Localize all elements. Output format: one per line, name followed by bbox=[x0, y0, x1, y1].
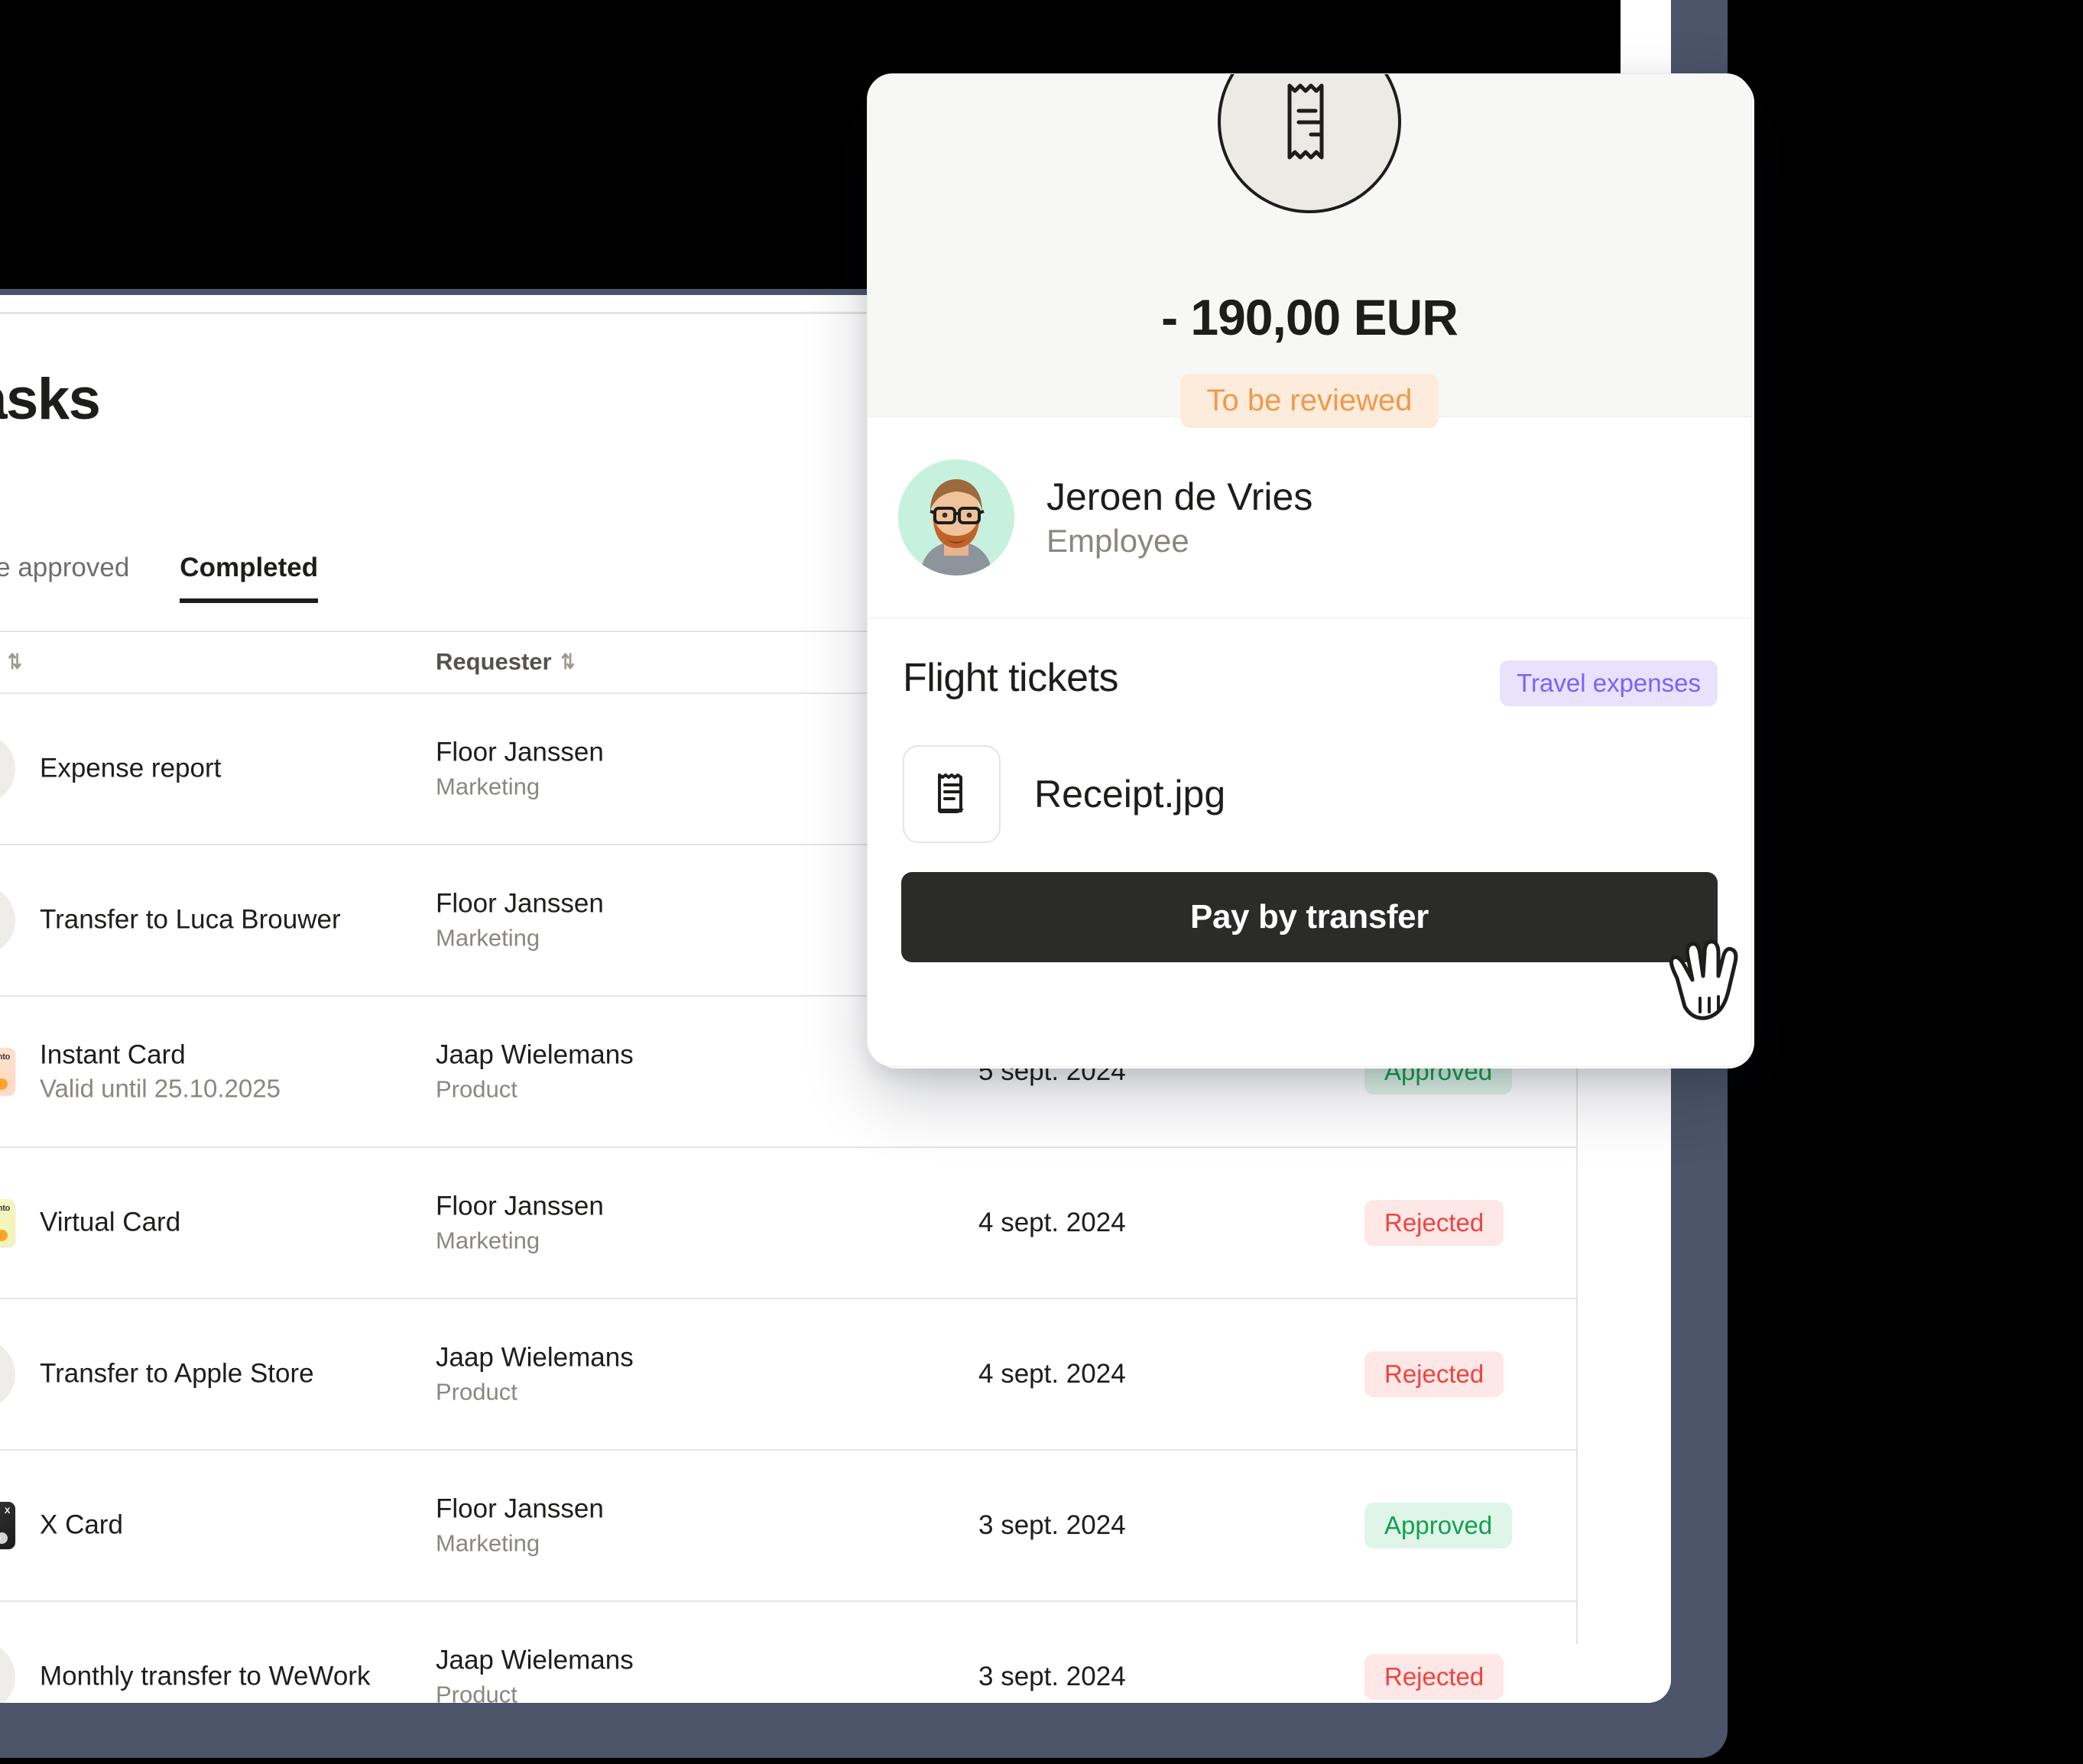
row-requester-department: Product bbox=[436, 1378, 518, 1406]
arrow-right-icon bbox=[0, 1339, 15, 1409]
row-requester-cell: Floor Janssen Marketing bbox=[436, 1189, 604, 1257]
table-row[interactable]: Transfer to Apple Store Jaap Wielemans P… bbox=[0, 1299, 1578, 1451]
row-requester-department: Marketing bbox=[436, 924, 540, 952]
column-header-type[interactable]: Type ⇅ bbox=[0, 648, 21, 676]
row-status-cell: Rejected bbox=[1364, 1654, 1504, 1700]
category-tag[interactable]: Travel expenses bbox=[1500, 660, 1718, 706]
row-type-cell: X Card bbox=[40, 1509, 123, 1543]
pay-by-transfer-button[interactable]: Pay by transfer bbox=[901, 872, 1718, 962]
row-requester-department: Marketing bbox=[436, 1529, 540, 1557]
row-icon-wrap: X bbox=[0, 1490, 15, 1561]
row-date: 4 sept. 2024 bbox=[978, 1208, 1126, 1237]
status-badge: Rejected bbox=[1364, 1351, 1504, 1397]
card-brand-label: Qonto bbox=[0, 1204, 10, 1213]
attachment-filename: Receipt.jpg bbox=[1034, 773, 1226, 816]
status-badge: Approved bbox=[1364, 1503, 1513, 1548]
row-requester-name: Floor Janssen bbox=[436, 888, 604, 919]
row-requester-name: Jaap Wielemans bbox=[436, 1039, 634, 1070]
tabs-bar: To be approved Completed bbox=[0, 553, 318, 603]
row-type-cell: Virtual Card bbox=[40, 1206, 180, 1240]
card-brand-label: Qonto bbox=[0, 1052, 10, 1062]
virtual-card-icon: Virtual Qonto bbox=[0, 1199, 15, 1247]
row-icon-wrap: Éphémère Qonto bbox=[0, 1036, 15, 1107]
mastercard-icon bbox=[0, 1230, 9, 1241]
requester-name: Jeroen de Vries bbox=[1046, 475, 1313, 518]
row-requester-cell: Floor Janssen Marketing bbox=[436, 1492, 604, 1560]
status-badge: Rejected bbox=[1364, 1654, 1504, 1700]
row-icon-wrap bbox=[0, 885, 15, 955]
page-title: Tasks bbox=[0, 367, 101, 432]
status-badge: Rejected bbox=[1364, 1200, 1504, 1246]
expense-amount: - 190,00 EUR bbox=[1161, 289, 1458, 345]
row-requester-cell: Floor Janssen Marketing bbox=[436, 735, 604, 803]
expense-title: Flight tickets bbox=[903, 656, 1118, 700]
row-type-cell: Expense report bbox=[40, 752, 221, 786]
row-requester-name: Jaap Wielemans bbox=[436, 1342, 634, 1373]
card-brand-label: X bbox=[4, 1506, 10, 1516]
row-icon-wrap bbox=[0, 1339, 15, 1409]
requester-text: Jeroen de Vries Employee bbox=[1046, 473, 1312, 563]
row-requester-name: Floor Janssen bbox=[436, 1493, 604, 1524]
row-type-cell: Transfer to Apple Store bbox=[40, 1357, 314, 1392]
row-type-label: Transfer to Luca Brouwer bbox=[40, 904, 341, 935]
row-date: 3 sept. 2024 bbox=[978, 1510, 1126, 1540]
row-icon-wrap bbox=[0, 1642, 15, 1703]
receipt-file-icon bbox=[903, 745, 1001, 843]
row-type-cell: Monthly transfer to WeWork bbox=[40, 1660, 370, 1694]
row-requester-cell: Floor Janssen Marketing bbox=[436, 887, 604, 955]
mastercard-icon bbox=[0, 1078, 9, 1090]
row-requester-name: Floor Janssen bbox=[436, 1191, 604, 1221]
x-card-icon: X bbox=[0, 1502, 15, 1549]
row-requester-department: Product bbox=[436, 1681, 518, 1703]
row-type-label: Expense report bbox=[40, 753, 222, 783]
table-row[interactable]: Monthly transfer to WeWork Jaap Wieleman… bbox=[0, 1602, 1578, 1703]
row-requester-department: Marketing bbox=[436, 773, 540, 800]
instant-card-icon: Éphémère Qonto bbox=[0, 1048, 15, 1095]
recurring-transfer-icon bbox=[0, 1642, 15, 1703]
row-date: 4 sept. 2024 bbox=[978, 1359, 1126, 1389]
row-requester-name: Jaap Wielemans bbox=[436, 1645, 634, 1675]
row-status-cell: Rejected bbox=[1364, 1351, 1504, 1397]
row-requester-cell: Jaap Wielemans Product bbox=[436, 1038, 634, 1106]
table-row[interactable]: X X Card Floor Janssen Marketing 3 sept.… bbox=[0, 1451, 1578, 1602]
column-header-requester-label: Requester bbox=[436, 648, 552, 675]
row-status-cell: Approved bbox=[1364, 1503, 1513, 1548]
row-type-cell: Transfer to Luca Brouwer bbox=[40, 903, 341, 938]
row-requester-cell: Jaap Wielemans Product bbox=[436, 1341, 634, 1409]
requester-role: Employee bbox=[1046, 522, 1189, 559]
row-type-label: Instant Card bbox=[40, 1039, 186, 1070]
expense-detail-card: - 190,00 EUR To be reviewed Jeroen de Vr… bbox=[867, 73, 1752, 1067]
sort-toggle-icon[interactable]: ⇅ bbox=[8, 651, 21, 673]
table-row[interactable]: Virtual Qonto Virtual Card Floor Janssen… bbox=[0, 1148, 1578, 1299]
row-type-label: Monthly transfer to WeWork bbox=[40, 1661, 371, 1691]
tab-to-be-approved[interactable]: To be approved bbox=[0, 553, 129, 603]
row-date: 3 sept. 2024 bbox=[978, 1662, 1126, 1691]
row-icon-wrap bbox=[0, 734, 15, 804]
attachment-row[interactable]: Receipt.jpg bbox=[903, 745, 1225, 843]
calendar-icon bbox=[0, 885, 15, 955]
row-requester-name: Floor Janssen bbox=[436, 737, 604, 767]
tab-completed[interactable]: Completed bbox=[180, 553, 318, 603]
sort-toggle-icon[interactable]: ⇅ bbox=[561, 651, 575, 673]
row-requester-department: Marketing bbox=[436, 1227, 540, 1254]
row-requester-department: Product bbox=[436, 1075, 518, 1103]
receipt-icon bbox=[0, 734, 15, 804]
row-icon-wrap: Virtual Qonto bbox=[0, 1188, 15, 1258]
row-type-cell: Instant Card Valid until 25.10.2025 bbox=[40, 1038, 281, 1104]
row-type-label: Transfer to Apple Store bbox=[40, 1358, 314, 1389]
row-status-cell: Rejected bbox=[1364, 1200, 1504, 1246]
row-type-label: Virtual Card bbox=[40, 1207, 181, 1237]
row-type-label: X Card bbox=[40, 1509, 123, 1540]
row-requester-cell: Jaap Wielemans Product bbox=[436, 1643, 634, 1703]
row-type-subtitle: Valid until 25.10.2025 bbox=[40, 1074, 281, 1103]
column-header-requester[interactable]: Requester ⇅ bbox=[436, 648, 575, 676]
mastercard-icon bbox=[0, 1532, 9, 1544]
avatar bbox=[898, 459, 1014, 576]
expense-requester-block: Jeroen de Vries Employee bbox=[868, 417, 1751, 618]
